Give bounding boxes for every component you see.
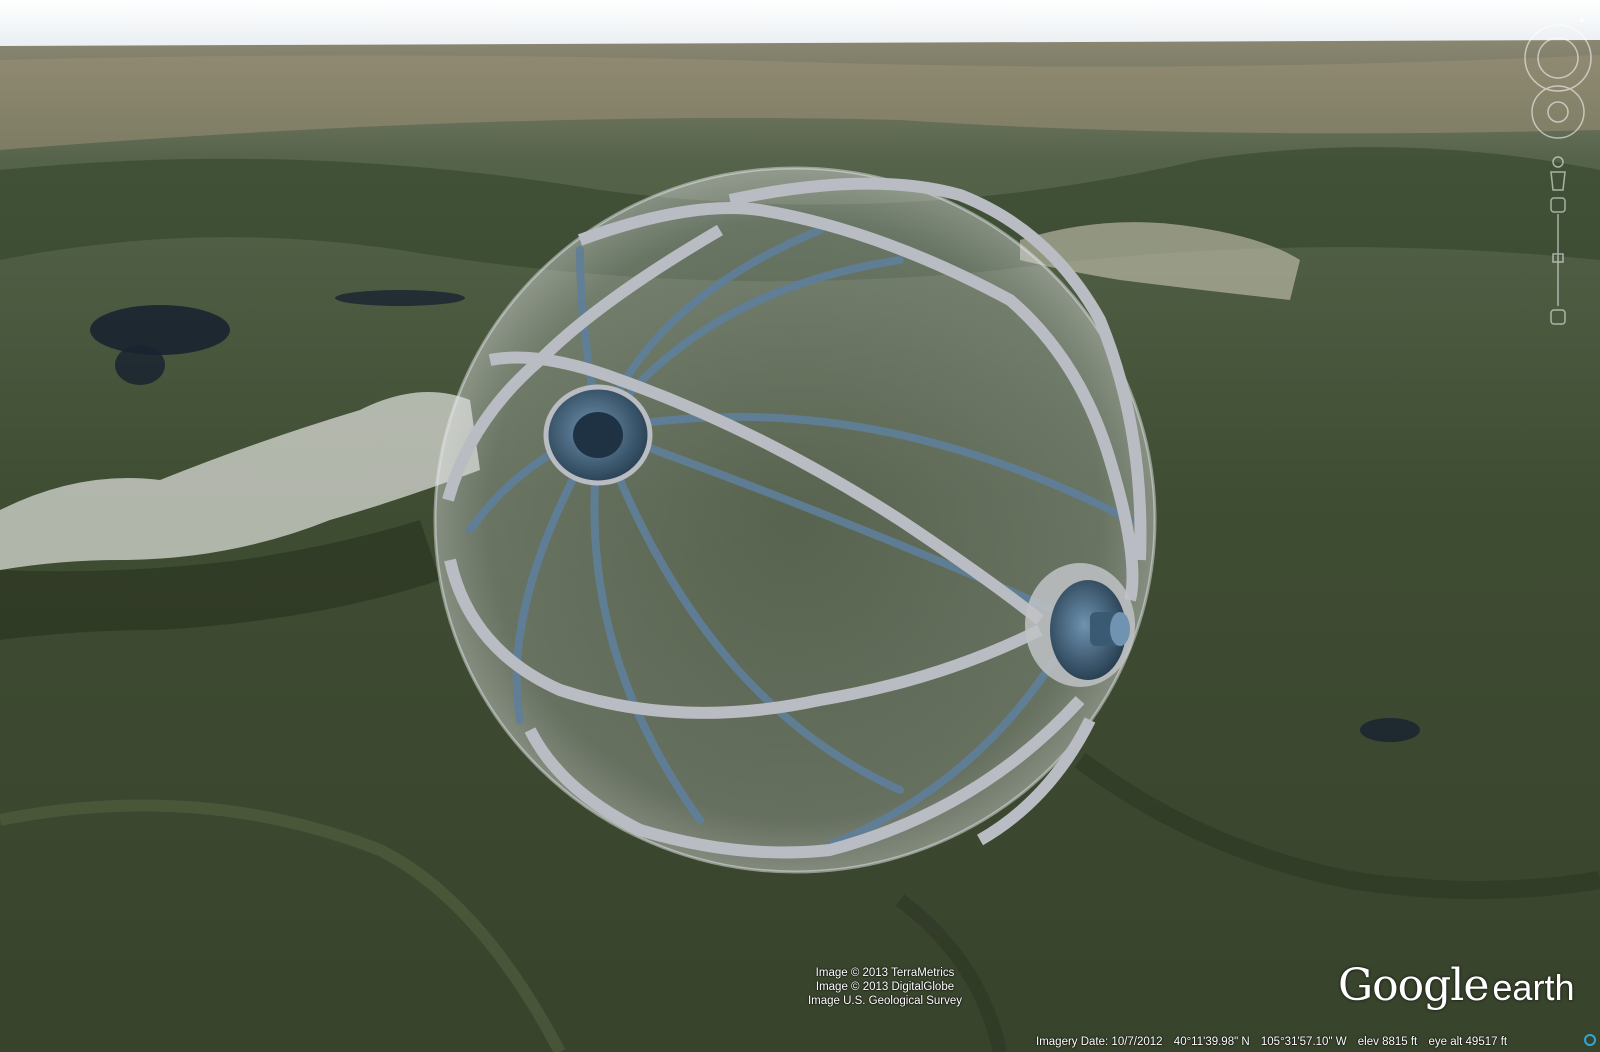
left-hub [543, 384, 653, 486]
sky [0, 0, 1600, 48]
attribution-line: Image © 2013 TerraMetrics [815, 967, 955, 979]
logo-word-earth: earth [1492, 967, 1575, 1008]
google-earth-logo: Google earth [1338, 960, 1574, 1011]
imagery-attribution: Image © 2013 TerraMetrics Image © 2013 D… [600, 966, 1170, 1008]
attribution-line: Image U.S. Geological Survey [807, 995, 963, 1007]
north-arrow-icon[interactable]: ✦ [1578, 16, 1586, 27]
imagery-date: Imagery Date: 10/7/2012 [1036, 1036, 1163, 1048]
lake [335, 290, 465, 306]
longitude: 105°31'57.10" W [1260, 1036, 1347, 1048]
lake [90, 305, 230, 355]
map-viewport[interactable]: ✦ Image © 2013 TerraMetrics Image © 2013… [0, 0, 1600, 1052]
sphere-shell [433, 166, 1157, 874]
logo-word-google: Google [1338, 960, 1489, 1011]
elevation: elev 8815 ft [1357, 1036, 1418, 1048]
right-hub [1025, 563, 1135, 687]
latitude: 40°11'39.98" N [1173, 1036, 1250, 1048]
wheel-sphere-model[interactable] [433, 166, 1157, 874]
lake [1360, 718, 1420, 742]
eye-altitude: eye alt 49517 ft [1428, 1036, 1508, 1048]
terrain-scene[interactable] [0, 0, 1600, 1052]
lake [115, 345, 165, 385]
status-bar: Imagery Date: 10/7/2012 40°11'39.98" N 1… [1036, 1032, 1600, 1052]
attribution-line: Image © 2013 DigitalGlobe [815, 981, 955, 993]
streaming-status-icon [1584, 1034, 1596, 1046]
